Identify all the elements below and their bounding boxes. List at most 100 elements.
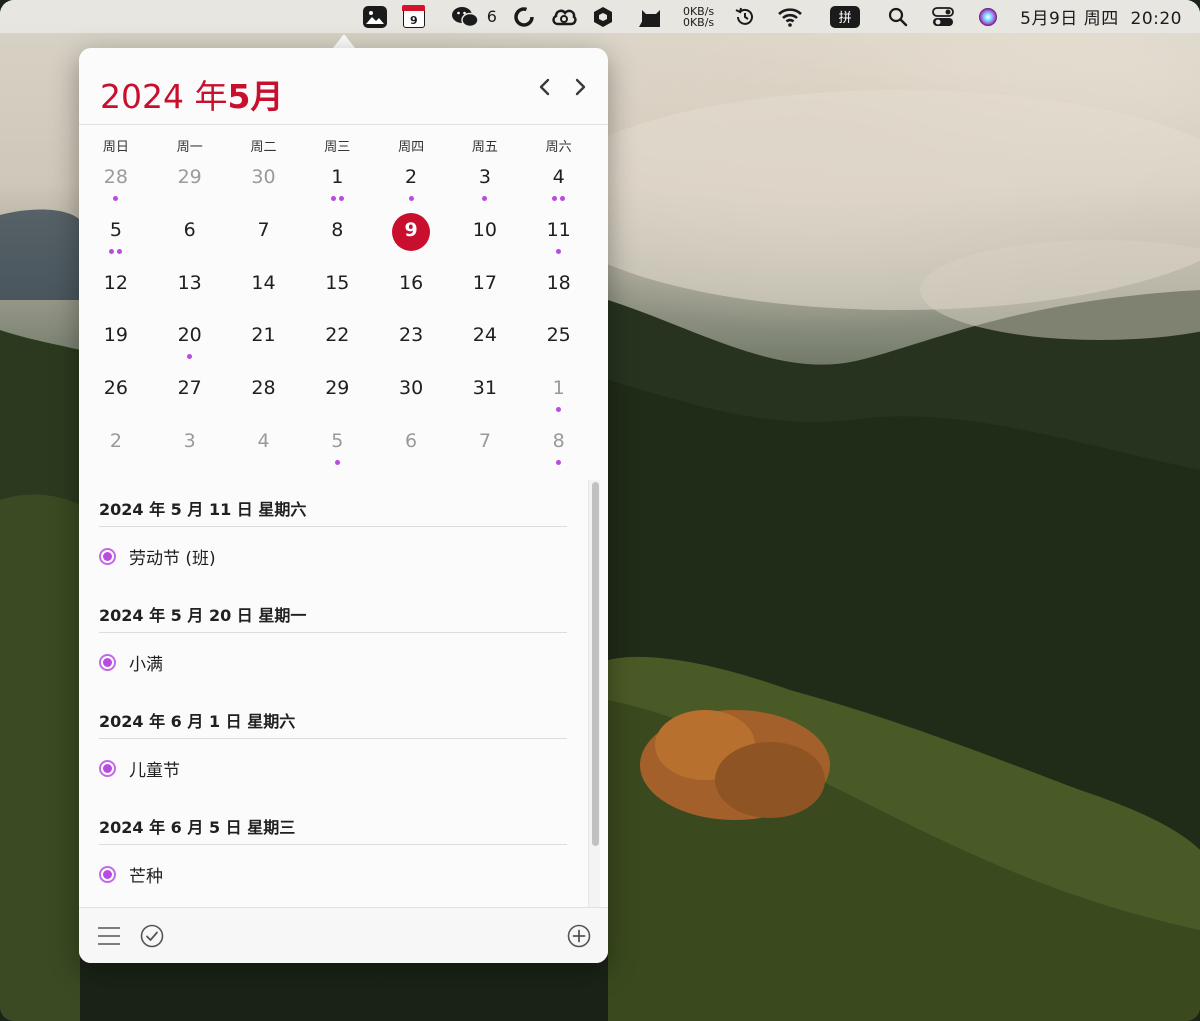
day-cell[interactable]: 7 xyxy=(448,422,522,475)
day-cell[interactable]: 15 xyxy=(300,264,374,317)
event-dot xyxy=(117,248,123,254)
day-cell[interactable]: 2 xyxy=(374,158,448,211)
event-item[interactable]: 儿童节 xyxy=(99,739,608,798)
day-cell[interactable]: 31 xyxy=(448,369,522,422)
day-cell[interactable]: 21 xyxy=(227,316,301,369)
day-cell[interactable]: 28 xyxy=(79,158,153,211)
event-dots xyxy=(153,354,227,360)
add-event-button[interactable] xyxy=(566,923,592,949)
day-number: 30 xyxy=(398,377,424,400)
day-cell-today[interactable]: 9 xyxy=(374,211,448,264)
previous-month-button[interactable] xyxy=(533,74,557,100)
day-cell[interactable]: 22 xyxy=(300,316,374,369)
day-cell[interactable]: 6 xyxy=(374,422,448,475)
event-dots xyxy=(300,459,374,465)
control-center-icon[interactable] xyxy=(932,0,955,33)
event-item[interactable]: 芒种 xyxy=(99,845,608,904)
day-number: 6 xyxy=(183,218,196,241)
day-cell[interactable]: 16 xyxy=(374,264,448,317)
day-cell[interactable]: 27 xyxy=(153,369,227,422)
day-number: 23 xyxy=(398,324,424,347)
day-number: 28 xyxy=(251,377,276,400)
weekday-header: 周日 周一 周二 周三 周四 周五 周六 xyxy=(79,136,608,158)
calendar-menubar-icon[interactable]: 9 xyxy=(402,0,426,33)
day-cell[interactable]: 30 xyxy=(227,158,301,211)
search-icon[interactable] xyxy=(888,0,908,33)
list-view-button[interactable] xyxy=(96,923,122,949)
day-cell[interactable]: 14 xyxy=(227,264,301,317)
event-dots xyxy=(448,196,522,201)
day-cell[interactable]: 23 xyxy=(374,316,448,369)
upcoming-events-list[interactable]: 2024 年 5 月 11 日 星期六 劳动节 (班) 2024 年 5 月 20 … xyxy=(79,480,608,907)
checkmark-circle-icon xyxy=(140,924,164,948)
photos-icon[interactable] xyxy=(362,0,387,33)
day-cell[interactable]: 5 xyxy=(79,211,153,264)
day-cell[interactable]: 8 xyxy=(300,211,374,264)
events-scrollbar[interactable] xyxy=(588,480,600,908)
day-number: 26 xyxy=(103,377,128,400)
day-cell[interactable]: 28 xyxy=(227,369,301,422)
event-dot xyxy=(187,354,193,360)
weekday-label: 周三 xyxy=(324,140,351,155)
day-cell[interactable]: 4 xyxy=(227,422,301,475)
day-cell[interactable]: 18 xyxy=(522,264,596,317)
scrollbar-thumb[interactable] xyxy=(592,482,599,846)
day-cell[interactable]: 20 xyxy=(153,316,227,369)
day-cell[interactable]: 10 xyxy=(448,211,522,264)
day-cell[interactable]: 5 xyxy=(300,422,374,475)
day-cell[interactable]: 7 xyxy=(227,211,301,264)
next-month-button[interactable] xyxy=(568,74,592,100)
shield-hex-icon[interactable] xyxy=(593,0,613,33)
event-dot xyxy=(109,248,115,254)
day-number: 8 xyxy=(331,218,344,241)
creative-cloud-icon[interactable] xyxy=(551,0,577,33)
day-cell[interactable]: 6 xyxy=(153,211,227,264)
day-number: 2 xyxy=(405,166,418,188)
event-dot xyxy=(330,196,336,201)
wifi-icon[interactable] xyxy=(778,0,803,33)
day-number: 19 xyxy=(103,324,128,347)
day-cell[interactable]: 2 xyxy=(79,422,153,475)
year-label: 2024 年 xyxy=(100,77,228,116)
event-item[interactable]: 劳动节 (班) xyxy=(99,527,608,586)
time-machine-icon[interactable] xyxy=(734,0,756,33)
input-method-icon[interactable]: 拼 xyxy=(830,0,861,33)
week-row: 5 6 7 8 9 10 11 xyxy=(79,211,608,264)
day-cell[interactable]: 30 xyxy=(374,369,448,422)
day-number: 20 xyxy=(177,324,202,347)
wechat-icon[interactable]: 6 xyxy=(451,0,497,33)
event-calendar-dot-icon xyxy=(99,654,116,671)
day-number: 27 xyxy=(177,377,202,400)
day-cell[interactable]: 17 xyxy=(448,264,522,317)
event-dot xyxy=(556,248,562,254)
cat-icon[interactable] xyxy=(638,0,663,33)
sync-icon[interactable] xyxy=(513,0,535,33)
day-cell[interactable]: 29 xyxy=(153,158,227,211)
day-cell[interactable]: 26 xyxy=(79,369,153,422)
day-cell[interactable]: 3 xyxy=(153,422,227,475)
day-cell[interactable]: 29 xyxy=(300,369,374,422)
day-cell[interactable]: 1 xyxy=(522,369,596,422)
siri-icon[interactable] xyxy=(978,0,998,33)
event-dots xyxy=(522,459,596,465)
day-cell[interactable]: 12 xyxy=(79,264,153,317)
wechat-badge: 6 xyxy=(486,7,497,26)
day-cell[interactable]: 1 xyxy=(300,158,374,211)
day-number: 14 xyxy=(251,271,276,294)
day-cell[interactable]: 25 xyxy=(522,316,596,369)
day-cell[interactable]: 24 xyxy=(448,316,522,369)
day-cell[interactable]: 4 xyxy=(522,158,596,211)
network-speed[interactable]: 0KB/s 0KB/s xyxy=(683,0,714,33)
day-cell[interactable]: 19 xyxy=(79,316,153,369)
day-cell[interactable]: 11 xyxy=(522,211,596,264)
reminders-button[interactable] xyxy=(139,923,165,949)
event-dot xyxy=(556,407,562,413)
day-number: 29 xyxy=(177,166,202,188)
day-cell[interactable]: 3 xyxy=(448,158,522,211)
event-dot xyxy=(338,196,344,201)
event-item[interactable]: 小满 xyxy=(99,633,608,692)
list-icon xyxy=(98,927,120,945)
menubar-clock[interactable]: 5月9日 周四 20:20 xyxy=(1020,0,1182,33)
day-cell[interactable]: 13 xyxy=(153,264,227,317)
day-cell[interactable]: 8 xyxy=(522,422,596,475)
